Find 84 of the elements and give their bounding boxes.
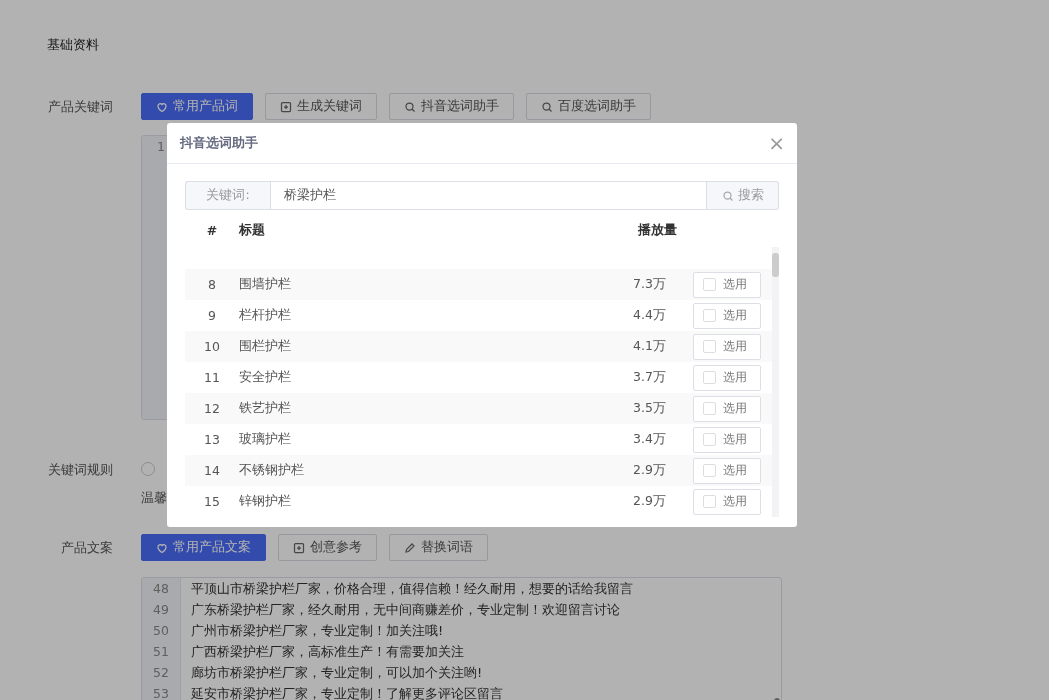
checkbox[interactable] [703,433,716,446]
table-cell-text: 围栏护栏 [239,338,292,355]
row-index: 13 [203,432,221,447]
checkbox[interactable] [703,371,716,384]
table-cell-text: 玻璃护栏 [239,431,292,448]
toolbar-button[interactable]: 常用产品文案 [141,534,266,561]
row-index: 10 [203,339,221,354]
editor-line: 平顶山市桥梁护栏厂家，价格合理，值得信赖！经久耐用，想要的话给我留言 [190,580,634,598]
line-number: 1 [156,138,166,156]
modal-title: 抖音选词助手 [180,134,258,152]
table-cell-text: 4.1万 [632,338,666,355]
select-button[interactable]: 选用 [693,333,761,360]
search-icon [541,100,553,113]
row-index: 14 [203,463,221,478]
line-number: 51 [152,643,170,661]
select-button[interactable]: 选用 [693,364,761,391]
editor-line: 廊坊市桥梁护栏厂家，专业定制，可以加个关注哟! [190,664,484,682]
table-cell-text: 安全护栏 [239,369,292,386]
row-index: 8 [207,277,217,292]
pencil-icon [404,541,416,554]
line-number: 49 [152,601,170,619]
toolbar-button[interactable]: 替换词语 [389,534,488,561]
scrollbar[interactable] [772,247,779,517]
table-cell-text: 3.5万 [632,400,666,417]
search-icon [721,189,734,202]
search-icon [404,100,416,113]
select-button[interactable]: 选用 [693,488,761,515]
table-cell-text: 铁艺护栏 [239,400,292,417]
heart-icon [156,100,168,113]
row-index: 12 [203,401,221,416]
checkbox[interactable] [703,464,716,477]
checkbox[interactable] [703,495,716,508]
field-label: 产品关键词 [47,98,113,116]
line-number: 52 [152,664,170,682]
plus-square-icon [293,541,305,554]
table-cell-text: 围墙护栏 [239,276,292,293]
row-index: 11 [203,370,221,385]
editor-line: 广州市桥梁护栏厂家，专业定制！加关注哦! [190,622,445,640]
field-label: 关键词: [185,181,270,210]
checkbox[interactable] [703,402,716,415]
table-cell-text: 7.3万 [632,276,666,293]
scrollbar-thumb[interactable] [772,253,779,277]
table-cell-text: 3.7万 [632,369,666,386]
toolbar-button[interactable]: 创意参考 [278,534,377,561]
plus-square-icon [280,100,292,113]
checkbox[interactable] [703,309,716,322]
keyword-input[interactable]: 桥梁护栏 [270,181,707,210]
field-label: 关键词规则 [47,461,113,479]
select-button[interactable]: 选用 [693,302,761,329]
editor-line: 广东桥梁护栏厂家，经久耐用，无中间商赚差价，专业定制！欢迎留言讨论 [190,601,621,619]
table-cell-text: 不锈钢护栏 [239,462,305,479]
table-cell-text: 3.4万 [632,431,666,448]
checkbox[interactable] [703,278,716,291]
row-index: 15 [203,494,221,509]
column-header: # [205,222,219,238]
toolbar-button[interactable]: 抖音选词助手 [389,93,514,120]
table-cell-text: 锌钢护栏 [239,493,292,510]
section-title: 基础资料 [46,37,100,53]
table-cell-text: 4.4万 [632,307,666,324]
checkbox[interactable] [703,340,716,353]
toolbar-button[interactable]: 生成关键词 [265,93,377,120]
column-header: 播放量 [638,221,678,239]
toolbar-button[interactable]: 百度选词助手 [526,93,651,120]
tip-text: 温馨 [141,489,167,507]
table-cell-text: 2.9万 [632,493,666,510]
table-cell-text: 2.9万 [632,462,666,479]
toolbar-button[interactable]: 常用产品词 [141,93,253,120]
radio-button[interactable] [141,462,155,476]
editor-line: 延安市桥梁护栏厂家，专业定制！了解更多评论区留言 [190,685,504,700]
search-button[interactable]: 搜索 [707,181,779,210]
line-number: 48 [152,580,170,598]
copy-editor[interactable]: 48 49 50 51 52 53 平顶山市桥梁护栏厂家，价格合理，值得信赖！经久耐用，想要的话给我留言 广东桥梁护栏厂家，经久耐用，无中间商赚差价，专业定制！欢迎留言讨论 广州市桥梁护栏厂家，专业定制！加关注哦! 广西桥梁护栏厂家，高标准生产！有需要加关注 廊坊市桥梁护栏厂家，专业定制，可以加个关注哟! 延安市桥梁护栏厂家，专业定制！了解更多评论区留言 [141,577,782,700]
row-index: 9 [207,308,217,323]
heart-icon [156,541,168,554]
select-button[interactable]: 选用 [693,457,761,484]
editor-line: 广西桥梁护栏厂家，高标准生产！有需要加关注 [190,643,465,661]
line-number: 53 [152,685,170,700]
select-button[interactable]: 选用 [693,271,761,298]
table-cell-text: 栏杆护栏 [239,307,292,324]
select-button[interactable]: 选用 [693,395,761,422]
select-button[interactable]: 选用 [693,426,761,453]
column-header: 标题 [239,221,266,239]
line-number: 50 [152,622,170,640]
field-label: 产品文案 [60,539,113,557]
